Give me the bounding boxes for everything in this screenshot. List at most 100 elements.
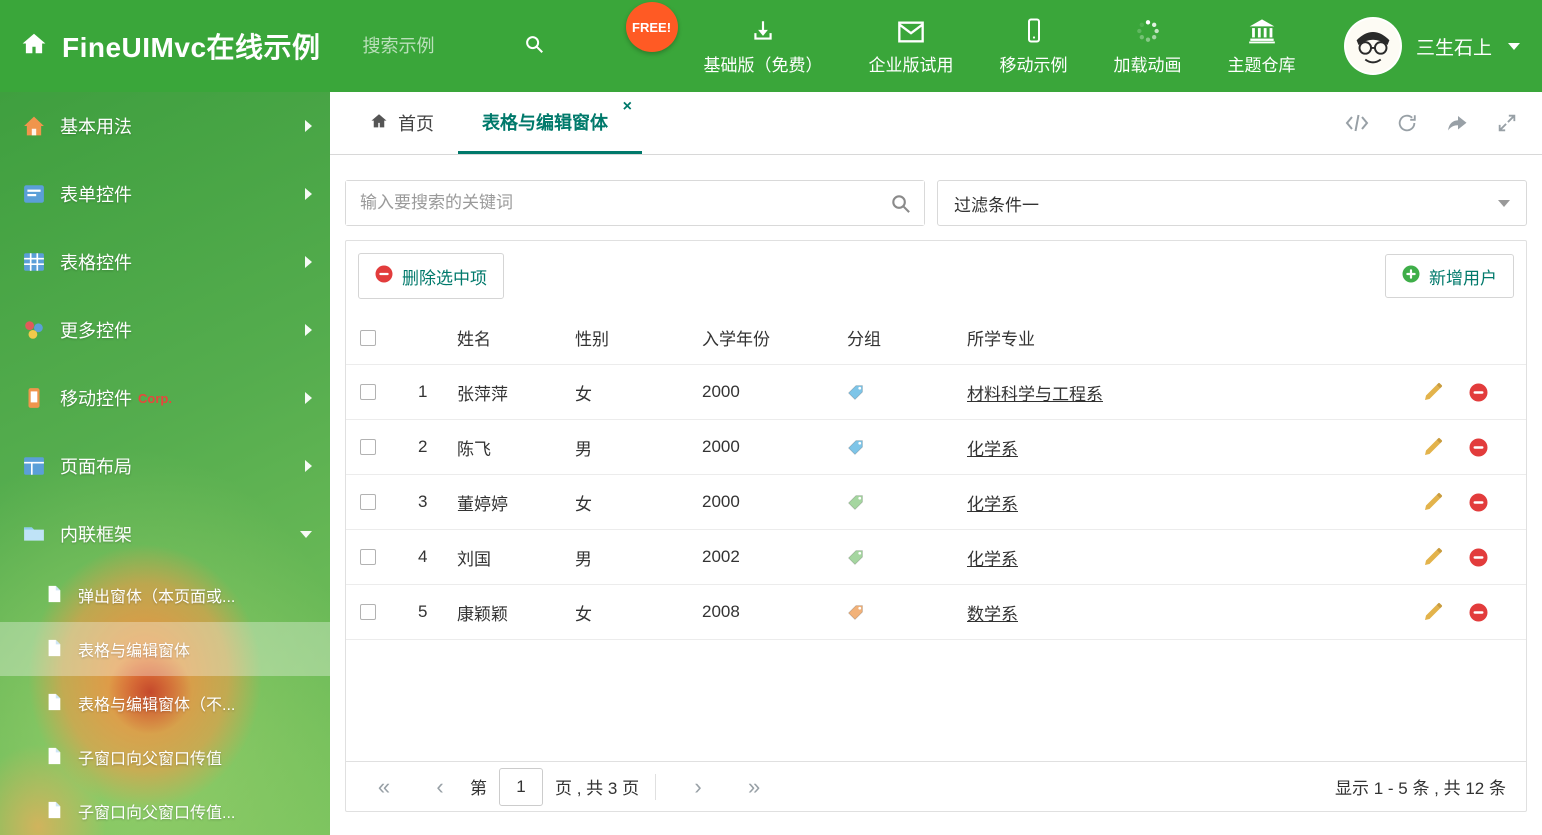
row-number: 2: [418, 437, 428, 456]
nav-item-label: 移动示例: [999, 56, 1068, 75]
divider: [655, 773, 657, 800]
header-search-input[interactable]: [362, 35, 523, 57]
delete-icon[interactable]: [1469, 603, 1488, 622]
delete-selected-button[interactable]: 删除选中项: [358, 253, 504, 299]
file-icon: [45, 639, 65, 659]
row-number: 5: [418, 602, 428, 621]
code-icon[interactable]: [1345, 113, 1369, 133]
keyword-search-input[interactable]: [346, 181, 924, 225]
search-icon[interactable]: [889, 192, 912, 220]
row-number: 3: [418, 492, 428, 511]
cell-gender: 男: [575, 439, 592, 459]
nav-item-label: 主题仓库: [1227, 56, 1296, 75]
share-icon[interactable]: [1445, 113, 1469, 133]
sidebar-subitem-child-to-parent[interactable]: 子窗口向父窗口传值: [0, 730, 330, 784]
tag-icon: [847, 549, 864, 566]
row-checkbox[interactable]: [360, 604, 376, 620]
nav-item-basic-edition[interactable]: 基础版（免费）: [704, 16, 823, 76]
sidebar-subitem-grid-edit-window[interactable]: 表格与编辑窗体: [0, 622, 330, 676]
chevron-right-icon: [305, 392, 312, 404]
row-checkbox[interactable]: [360, 549, 376, 565]
row-checkbox[interactable]: [360, 384, 376, 400]
chevron-down-icon: [1508, 42, 1520, 50]
edit-icon[interactable]: [1423, 492, 1443, 512]
column-header-gender[interactable]: 性别: [575, 325, 702, 350]
grid-panel: 删除选中项 新增用户 姓名 性别 入学年份 分组 所学专业 1 张萍萍 女 20…: [345, 240, 1527, 812]
header-nav: 基础版（免费） 企业版试用 移动示例 加载动画 主题仓库: [704, 16, 1296, 76]
tab-tools: [1345, 92, 1518, 154]
table-row: 4 刘国 男 2002 化学系: [346, 530, 1526, 585]
spinner-icon: [1135, 16, 1161, 44]
column-header-year[interactable]: 入学年份: [702, 325, 847, 350]
add-user-button[interactable]: 新增用户: [1385, 254, 1514, 298]
cell-year: 2000: [702, 382, 740, 401]
cell-year: 2000: [702, 437, 740, 456]
major-link[interactable]: 化学系: [967, 495, 1018, 514]
sidebar-item-grid-controls[interactable]: 表格控件: [0, 228, 330, 296]
sidebar-item-mobile-controls[interactable]: 移动控件 Corp.: [0, 364, 330, 432]
sidebar-item-more-controls[interactable]: 更多控件: [0, 296, 330, 364]
delete-icon[interactable]: [1469, 383, 1488, 402]
minus-circle-icon: [375, 265, 393, 288]
cell-name: 董婷婷: [457, 494, 508, 514]
edit-icon[interactable]: [1423, 547, 1443, 567]
row-checkbox[interactable]: [360, 439, 376, 455]
major-link[interactable]: 材料科学与工程系: [967, 385, 1103, 404]
last-page-button[interactable]: »: [726, 774, 782, 800]
nav-item-mobile-demo[interactable]: 移动示例: [1000, 16, 1068, 76]
sidebar-item-iframe[interactable]: 内联框架: [0, 500, 330, 568]
brand[interactable]: FineUIMvc在线示例: [20, 26, 321, 66]
sidebar-subitem-popup-window[interactable]: 弹出窗体（本页面或...: [0, 568, 330, 622]
edit-icon[interactable]: [1423, 382, 1443, 402]
sidebar-subitem-grid-edit-window-2[interactable]: 表格与编辑窗体（不...: [0, 676, 330, 730]
first-page-button[interactable]: «: [356, 774, 412, 800]
user-name: 三生石上: [1415, 37, 1492, 59]
column-header-name[interactable]: 姓名: [457, 325, 575, 350]
delete-icon[interactable]: [1469, 493, 1488, 512]
user-menu[interactable]: 三生石上: [1343, 17, 1520, 75]
table-row: 2 陈飞 男 2000 化学系: [346, 420, 1526, 475]
mobile-icon: [22, 386, 46, 410]
column-header-major[interactable]: 所学专业: [967, 325, 1396, 350]
edit-icon[interactable]: [1423, 602, 1443, 622]
filter-dropdown[interactable]: 过滤条件一: [937, 180, 1527, 226]
nav-item-label: 加载动画: [1113, 56, 1182, 75]
delete-icon[interactable]: [1469, 438, 1488, 457]
file-icon: [45, 747, 65, 767]
sidebar-item-basic-usage[interactable]: 基本用法: [0, 92, 330, 160]
file-icon: [45, 801, 65, 821]
search-icon[interactable]: [523, 33, 545, 60]
next-page-button[interactable]: ›: [670, 774, 726, 800]
select-all-checkbox[interactable]: [360, 329, 376, 346]
nav-item-loading-animation[interactable]: 加载动画: [1114, 16, 1182, 76]
edit-icon[interactable]: [1423, 437, 1443, 457]
major-link[interactable]: 化学系: [967, 550, 1018, 569]
iframe-icon: [22, 522, 46, 546]
cell-year: 2002: [702, 547, 740, 566]
filter-row: 过滤条件一: [345, 180, 1527, 226]
major-link[interactable]: 数学系: [967, 605, 1018, 624]
tab-grid-edit-window[interactable]: 表格与编辑窗体 ×: [458, 92, 642, 154]
table-row: 3 董婷婷 女 2000 化学系: [346, 475, 1526, 530]
prev-page-button[interactable]: ‹: [412, 774, 468, 800]
cell-year: 2000: [702, 492, 740, 511]
delete-icon[interactable]: [1469, 548, 1488, 567]
free-badge: FREE!: [625, 2, 678, 52]
tab-bar: 首页 表格与编辑窗体 ×: [330, 92, 1542, 155]
expand-icon[interactable]: [1496, 112, 1518, 134]
tab-home[interactable]: 首页: [345, 92, 458, 154]
nav-item-enterprise-trial[interactable]: 企业版试用: [869, 16, 954, 76]
sidebar-item-form-controls[interactable]: 表单控件: [0, 160, 330, 228]
tab-close-icon[interactable]: ×: [623, 99, 632, 115]
pagination-bar: « ‹ 第 页 , 共 3 页 › » 显示 1 - 5 条 , 共 12 条: [346, 761, 1526, 811]
column-header-group[interactable]: 分组: [847, 325, 967, 350]
tag-icon: [847, 439, 864, 456]
row-checkbox[interactable]: [360, 494, 376, 510]
sidebar-subitem-child-to-parent-2[interactable]: 子窗口向父窗口传值...: [0, 784, 330, 835]
nav-item-theme-store[interactable]: 主题仓库: [1228, 16, 1296, 76]
major-link[interactable]: 化学系: [967, 440, 1018, 459]
page-number-input[interactable]: [499, 767, 543, 806]
refresh-icon[interactable]: [1396, 112, 1418, 134]
row-number: 1: [418, 382, 428, 401]
sidebar-item-page-layout[interactable]: 页面布局: [0, 432, 330, 500]
